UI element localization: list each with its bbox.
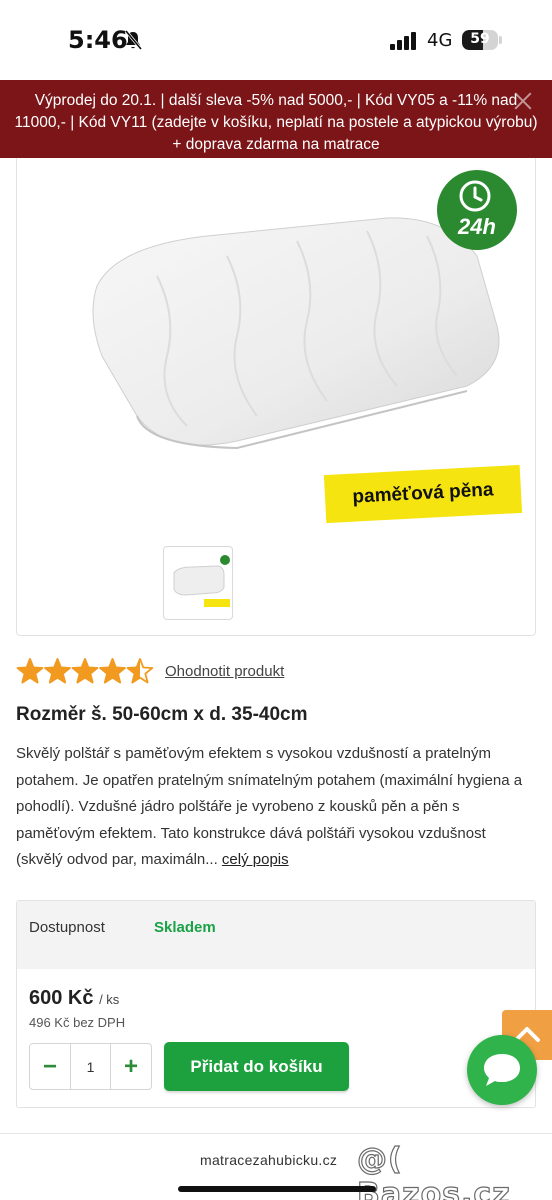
product-gallery: 24h paměťová pěna <box>16 158 536 636</box>
thumbnail-badge <box>220 555 230 565</box>
rating-star <box>44 658 71 684</box>
status-bar: 5:46 4G 59 <box>0 0 552 80</box>
site-domain: matracezahubicku.cz <box>200 1152 338 1168</box>
battery-icon: 59 <box>462 30 498 50</box>
battery-level: 59 <box>470 31 490 47</box>
rating-star <box>99 658 126 684</box>
rating-star <box>71 658 99 684</box>
quantity-input[interactable] <box>71 1044 110 1089</box>
chat-button[interactable] <box>467 1035 537 1105</box>
close-icon[interactable] <box>512 90 534 112</box>
network-type: 4G <box>427 30 453 51</box>
clock-icon <box>459 180 491 212</box>
gallery-thumbnail[interactable] <box>163 546 233 620</box>
price-value: 600 Kč <box>29 987 94 1009</box>
quantity-stepper: − + <box>29 1043 152 1090</box>
description-text: Skvělý polštář s paměťovým efektem s vys… <box>16 745 523 868</box>
battery-tip <box>499 36 502 44</box>
product-description: Skvělý polštář s paměťovým efektem s vys… <box>16 741 536 874</box>
add-to-cart-button[interactable]: Přidat do košíku <box>164 1042 349 1091</box>
rate-product-link[interactable]: Ohodnotit produkt <box>165 663 284 680</box>
product-image[interactable] <box>87 216 507 476</box>
quantity-decrease-button[interactable]: − <box>30 1044 71 1089</box>
availability-value: Skladem <box>154 919 216 936</box>
home-indicator[interactable] <box>178 1186 376 1192</box>
chat-bubble-icon <box>484 1054 520 1086</box>
status-time: 5:46 <box>68 26 128 54</box>
rating-stars <box>16 658 154 684</box>
delivery-badge-text: 24h <box>458 214 496 239</box>
quantity-increase-button[interactable]: + <box>110 1044 151 1089</box>
promo-banner: Výprodej do 20.1. | další sleva -5% nad … <box>0 80 552 158</box>
bell-muted-icon <box>124 30 142 50</box>
material-label: paměťová pěna <box>323 464 523 524</box>
price: 600 Kč / ks <box>29 987 119 1010</box>
bazos-watermark: @( Bazos.cz <box>356 1141 511 1200</box>
thumbnail-label <box>204 599 230 607</box>
thumbnail-pillow-image <box>173 565 225 596</box>
cellular-signal-icon <box>390 32 416 50</box>
availability-row: Dostupnost Skladem <box>17 901 535 969</box>
rating-star <box>16 658 44 684</box>
full-description-link[interactable]: celý popis <box>222 851 289 868</box>
delivery-24h-badge: 24h <box>437 170 517 250</box>
promo-text: Výprodej do 20.1. | další sleva -5% nad … <box>14 92 538 153</box>
footer: matracezahubicku.cz @( Bazos.cz <box>0 1133 552 1200</box>
price-without-vat: 496 Kč bez DPH <box>29 1015 126 1030</box>
rating-star <box>126 658 154 684</box>
availability-label: Dostupnost <box>29 919 105 936</box>
price-unit: / ks <box>99 992 120 1007</box>
product-size-title: Rozměr š. 50-60cm x d. 35-40cm <box>16 704 308 725</box>
buy-box: Dostupnost Skladem 600 Kč / ks 496 Kč be… <box>16 900 536 1108</box>
